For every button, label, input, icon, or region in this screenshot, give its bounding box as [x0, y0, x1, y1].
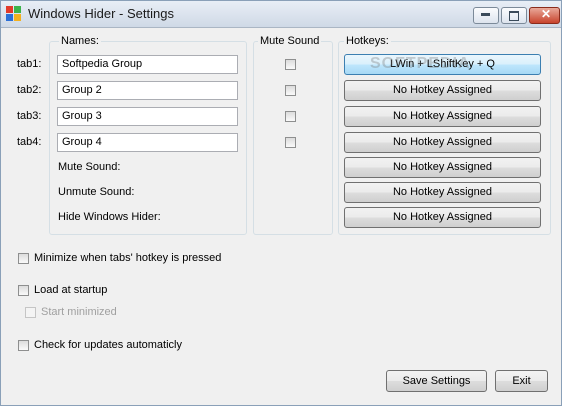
tab1-name-input[interactable]: Softpedia Group	[57, 55, 238, 74]
start-minimized-checkbox[interactable]	[25, 307, 36, 318]
check-updates-label[interactable]: Check for updates automaticly	[34, 339, 182, 351]
title-bar[interactable]: Windows Hider - Settings ✕	[1, 1, 561, 28]
tab2-name-input[interactable]: Group 2	[57, 81, 238, 100]
hide-windows-hider-label: Hide Windows Hider:	[58, 211, 161, 223]
exit-button[interactable]: Exit	[495, 370, 548, 392]
hotkey-tab3-button[interactable]: No Hotkey Assigned	[344, 106, 541, 127]
minimize-on-hotkey-checkbox[interactable]	[18, 253, 29, 264]
close-icon: ✕	[541, 7, 552, 21]
maximize-icon	[509, 11, 519, 21]
settings-window: Windows Hider - Settings ✕ Names: tab1: …	[0, 0, 562, 406]
mute-tab4-checkbox[interactable]	[285, 137, 296, 148]
softpedia-watermark: SOFTPEDIA	[370, 55, 471, 72]
start-minimized-label: Start minimized	[41, 306, 117, 318]
tab2-label: tab2:	[17, 84, 42, 96]
maximize-button[interactable]	[501, 7, 527, 24]
hotkey-tab2-button[interactable]: No Hotkey Assigned	[344, 80, 541, 101]
tab4-label: tab4:	[17, 136, 42, 148]
minimize-icon	[481, 13, 490, 16]
hotkeys-group-label: Hotkeys:	[344, 35, 391, 47]
load-at-startup-checkbox[interactable]	[18, 285, 29, 296]
mute-tab1-checkbox[interactable]	[285, 59, 296, 70]
mute-sound-label: Mute Sound:	[58, 161, 121, 173]
tab1-label: tab1:	[17, 58, 42, 70]
tab3-name-input[interactable]: Group 3	[57, 107, 238, 126]
names-group-label: Names:	[59, 35, 101, 47]
close-button[interactable]: ✕	[529, 7, 560, 24]
hotkey-unmute-sound-button[interactable]: No Hotkey Assigned	[344, 182, 541, 203]
mute-sound-group-label: Mute Sound	[258, 35, 322, 47]
tab3-label: tab3:	[17, 110, 42, 122]
app-icon	[6, 6, 22, 22]
load-at-startup-label[interactable]: Load at startup	[34, 284, 107, 296]
tab4-name-input[interactable]: Group 4	[57, 133, 238, 152]
mute-tab2-checkbox[interactable]	[285, 85, 296, 96]
unmute-sound-label: Unmute Sound:	[58, 186, 135, 198]
save-settings-button[interactable]: Save Settings	[386, 370, 487, 392]
minimize-on-hotkey-label[interactable]: Minimize when tabs' hotkey is pressed	[34, 252, 221, 264]
minimize-button[interactable]	[473, 7, 499, 24]
hotkey-tab4-button[interactable]: No Hotkey Assigned	[344, 132, 541, 153]
mute-tab3-checkbox[interactable]	[285, 111, 296, 122]
window-title: Windows Hider - Settings	[28, 6, 174, 21]
hotkey-hide-windows-hider-button[interactable]: No Hotkey Assigned	[344, 207, 541, 228]
hotkey-mute-sound-button[interactable]: No Hotkey Assigned	[344, 157, 541, 178]
check-updates-checkbox[interactable]	[18, 340, 29, 351]
